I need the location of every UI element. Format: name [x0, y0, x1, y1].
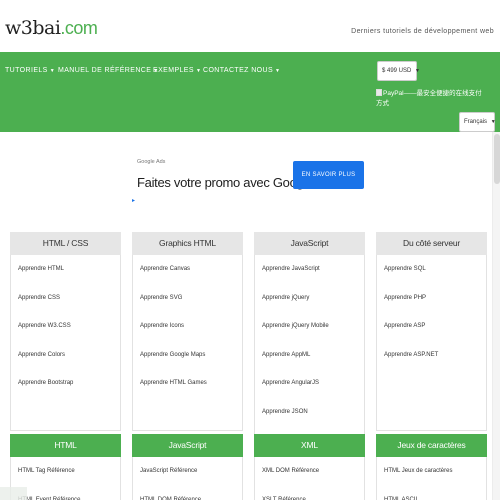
ad-label: Google Ads — [137, 159, 166, 165]
column-title: Graphics HTML — [132, 232, 243, 255]
ad-cta-button[interactable]: EN SAVOIR PLUS — [293, 161, 364, 189]
column-link[interactable]: Apprendre ASP — [377, 312, 486, 341]
column-title: JavaScript — [254, 232, 365, 255]
column-link[interactable]: Apprendre PHP — [377, 284, 486, 313]
column-link[interactable]: Apprendre HTML — [11, 255, 120, 284]
column-title: HTML / CSS — [10, 232, 121, 255]
menu-column-javascript: JavaScript Apprendre JavaScript Apprendr… — [254, 232, 365, 445]
paypal-alt-text: PayPal——最安全便捷的在线支付方式 — [376, 90, 482, 107]
scroll-thumb[interactable] — [494, 134, 500, 184]
column-link[interactable]: JavaScript Référence — [133, 457, 242, 486]
caret-down-icon: ▼ — [490, 119, 496, 125]
currency-select[interactable]: $ 499 USD ▼ — [377, 61, 420, 81]
logo-suffix: .com — [60, 18, 98, 38]
column-link[interactable]: HTML Jeux de caractères — [377, 457, 486, 486]
column-links: Apprendre SQL Apprendre PHP Apprendre AS… — [376, 255, 487, 431]
column-link[interactable]: Apprendre CSS — [11, 284, 120, 313]
column-link[interactable]: Apprendre Bootstrap — [11, 369, 120, 398]
site-tagline: Derniers tutoriels de développement web — [351, 28, 494, 35]
nav-item-exemples[interactable]: EXEMPLES ▼ — [153, 67, 201, 74]
column-link[interactable]: XML DOM Référence — [255, 457, 364, 486]
nav-item-label: TUTORIELS — [5, 67, 48, 74]
ad-banner[interactable]: Google Ads Faites votre promo avec Googl… — [131, 145, 368, 207]
column-links: Apprendre HTML Apprendre CSS Apprendre W… — [10, 255, 121, 431]
column-link[interactable]: HTML ASCII — [377, 486, 486, 500]
column-links: XML DOM Référence XSLT Référence — [254, 457, 365, 500]
column-link[interactable]: Apprendre jQuery Mobile — [255, 312, 364, 341]
reference-column-charsets: Jeux de caractères HTML Jeux de caractèr… — [376, 434, 487, 500]
ad-headline[interactable]: Faites votre promo avec Google — [137, 175, 313, 190]
reference-column-xml: XML XML DOM Référence XSLT Référence — [254, 434, 365, 500]
column-links: Apprendre JavaScript Apprendre jQuery Ap… — [254, 255, 365, 445]
ad-choices-icon[interactable]: ▸ — [132, 197, 135, 204]
column-link[interactable]: Apprendre SQL — [377, 255, 486, 284]
column-link[interactable]: Apprendre HTML Games — [133, 369, 242, 398]
column-title: Du côté serveur — [376, 232, 487, 255]
caret-down-icon: ▼ — [49, 68, 56, 74]
column-link[interactable]: Apprendre AppML — [255, 341, 364, 370]
column-link[interactable]: Apprendre JSON — [255, 398, 364, 427]
site-logo[interactable]: w3bai.com — [5, 17, 98, 39]
column-title: Jeux de caractères — [376, 434, 487, 457]
nav-item-label: CONTACTEZ NOUS — [203, 67, 274, 74]
column-title: XML — [254, 434, 365, 457]
currency-value: $ 499 USD — [382, 68, 412, 74]
reference-column-javascript: JavaScript JavaScript Référence HTML DOM… — [132, 434, 243, 500]
caret-down-icon: ▼ — [195, 68, 202, 74]
language-select[interactable]: Français ▼ — [459, 112, 496, 132]
column-link[interactable]: Apprendre JavaScript — [255, 255, 364, 284]
column-link[interactable]: Apprendre AngularJS — [255, 369, 364, 398]
column-link[interactable]: Apprendre Canvas — [133, 255, 242, 284]
site-header: w3bai.com Derniers tutoriels de développ… — [0, 0, 500, 52]
nav-item-contact[interactable]: CONTACTEZ NOUS ▼ — [203, 67, 280, 74]
column-link[interactable]: Apprendre ASP.NET — [377, 341, 486, 370]
page: w3bai.com Derniers tutoriels de développ… — [0, 0, 500, 500]
column-link[interactable]: XSLT Référence — [255, 486, 364, 500]
column-link[interactable]: HTML DOM Référence — [133, 486, 242, 500]
column-link[interactable]: Apprendre Google Maps — [133, 341, 242, 370]
caret-down-icon: ▼ — [275, 68, 281, 74]
column-link[interactable]: Apprendre W3.CSS — [11, 312, 120, 341]
nav-item-manuel[interactable]: MANUEL DE RÉFÉRENCE ▼ — [58, 67, 159, 74]
column-links: Apprendre Canvas Apprendre SVG Apprendre… — [132, 255, 243, 431]
nav-item-label: EXEMPLES — [153, 67, 194, 74]
column-link[interactable]: HTML Tag Référence — [11, 457, 120, 486]
column-links: JavaScript Référence HTML DOM Référence — [132, 457, 243, 500]
menu-column-html-css: HTML / CSS Apprendre HTML Apprendre CSS … — [10, 232, 121, 431]
nav-item-label: MANUEL DE RÉFÉRENCE — [58, 67, 152, 74]
scrollbar[interactable] — [492, 132, 500, 500]
logo-prefix: w3bai — [5, 17, 61, 39]
column-title: HTML — [10, 434, 121, 457]
nav-item-tutoriels[interactable]: TUTORIELS ▼ — [5, 67, 55, 74]
column-links: HTML Jeux de caractères HTML ASCII — [376, 457, 487, 500]
column-title: JavaScript — [132, 434, 243, 457]
language-value: Français — [464, 119, 488, 125]
column-link[interactable]: Apprendre Colors — [11, 341, 120, 370]
paypal-banner[interactable]: PayPal——最安全便捷的在线支付方式 — [376, 89, 486, 109]
column-link[interactable]: HTML Event Référence — [11, 486, 120, 500]
menu-column-server-side: Du côté serveur Apprendre SQL Apprendre … — [376, 232, 487, 431]
column-link[interactable]: Apprendre Icons — [133, 312, 242, 341]
menu-column-graphics: Graphics HTML Apprendre Canvas Apprendre… — [132, 232, 243, 431]
column-link[interactable]: Apprendre jQuery — [255, 284, 364, 313]
broken-image-icon — [376, 89, 382, 96]
column-link[interactable]: Apprendre SVG — [133, 284, 242, 313]
overlay-hint — [0, 487, 27, 500]
caret-down-icon: ▼ — [415, 68, 420, 74]
